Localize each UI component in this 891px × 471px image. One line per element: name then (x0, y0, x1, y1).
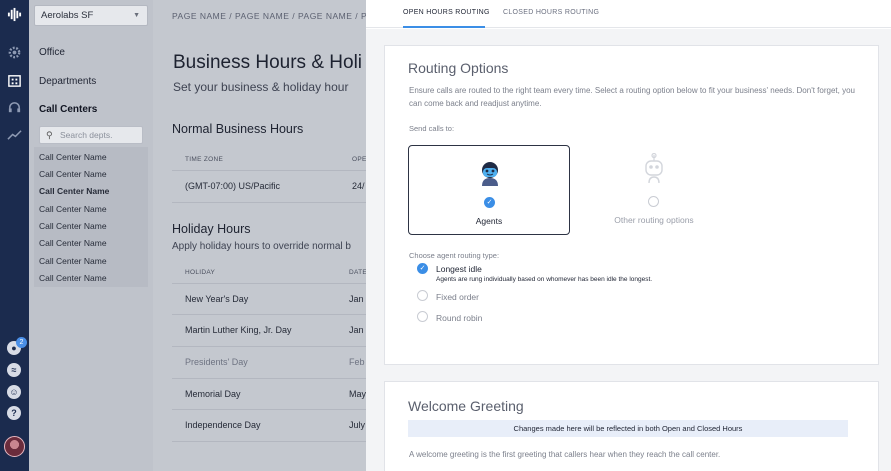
list-item[interactable]: Call Center Name (39, 169, 107, 179)
page-subtitle: Set your business & holiday hour (173, 80, 349, 94)
list-item[interactable]: Call Center Name (39, 238, 107, 248)
welcome-greeting-card: Welcome Greeting Changes made here will … (384, 381, 879, 471)
call-center-list: Call Center Name Call Center Name Call C… (34, 147, 148, 287)
search-placeholder: Search depts. (60, 130, 113, 140)
avatar[interactable] (4, 436, 25, 457)
send-calls-label: Send calls to: (409, 124, 455, 133)
search-icon: ⚲ (46, 130, 53, 140)
tab-closed-hours-routing[interactable]: CLOSED HOURS ROUTING (503, 9, 599, 16)
holiday-name[interactable]: Martin Luther King, Jr. Day (185, 325, 292, 335)
fixed-order-radio[interactable] (417, 290, 428, 301)
nav-item-call-centers[interactable]: Call Centers (39, 104, 97, 115)
holiday-hours-desc: Apply holiday hours to override normal b (172, 241, 351, 252)
notification-badge: 2 (16, 337, 27, 348)
other-routing-label: Other routing options (614, 215, 694, 225)
round-robin-radio[interactable] (417, 311, 428, 322)
tab-bar: OPEN HOURS ROUTING CLOSED HOURS ROUTING (366, 0, 891, 28)
column-header-date: DATE (349, 269, 368, 276)
page-title: Business Hours & Holi (173, 52, 363, 73)
face-icon[interactable]: ☺ (7, 385, 21, 399)
list-item[interactable]: Call Center Name (39, 221, 107, 231)
open-hours-value[interactable]: 24/ (352, 181, 365, 191)
longest-idle-desc: Agents are rung individually based on wh… (436, 276, 653, 283)
column-header-timezone: TIME ZONE (185, 156, 224, 163)
round-robin-label[interactable]: Round robin (436, 313, 482, 323)
gear-icon[interactable] (6, 44, 23, 61)
robot-icon (645, 153, 663, 184)
divider (172, 202, 366, 203)
holiday-date: Feb (349, 357, 365, 367)
option-agents[interactable]: ✓ Agents (408, 145, 570, 235)
list-item[interactable]: Call Center Name (39, 186, 109, 196)
divider (172, 378, 366, 379)
nav-item-office[interactable]: Office (39, 47, 65, 58)
routing-options-card: Routing Options Ensure calls are routed … (384, 45, 879, 365)
holiday-hours-heading: Holiday Hours (172, 222, 251, 236)
routing-panel: OPEN HOURS ROUTING CLOSED HOURS ROUTING … (366, 0, 891, 471)
building-icon[interactable] (6, 72, 23, 89)
other-routing-radio[interactable] (648, 196, 659, 207)
agents-label: Agents (475, 216, 503, 226)
holiday-date: May (349, 389, 367, 399)
logo-icon[interactable] (6, 6, 23, 23)
workspace-select[interactable]: Aerolabs SF ▼ (34, 5, 148, 26)
agent-icon (482, 162, 498, 186)
timezone-value[interactable]: (GMT-07:00) US/Pacific (185, 181, 280, 191)
list-item[interactable]: Call Center Name (39, 152, 107, 162)
welcome-notice: Changes made here will be reflected in b… (408, 420, 848, 437)
left-nav: Aerolabs SF ▼ Office Departments Call Ce… (29, 0, 153, 471)
panel-body: Routing Options Ensure calls are routed … (366, 29, 891, 471)
trend-icon[interactable] (6, 126, 23, 143)
column-header-holiday: HOLIDAY (185, 269, 216, 276)
divider (172, 314, 366, 315)
tab-open-hours-routing[interactable]: OPEN HOURS ROUTING (403, 9, 490, 16)
routing-options-desc: Ensure calls are routed to the right tea… (409, 86, 855, 108)
search-input[interactable]: ⚲ Search depts. (39, 126, 143, 144)
option-other-routing[interactable]: Other routing options (573, 145, 735, 235)
holiday-name[interactable]: Presidents' Day (185, 357, 248, 367)
column-header-open: OPE (352, 156, 367, 163)
list-item[interactable]: Call Center Name (39, 256, 107, 266)
longest-idle-label[interactable]: Longest idle (436, 264, 482, 274)
wave-icon[interactable]: ≈ (7, 363, 21, 377)
fixed-order-label[interactable]: Fixed order (436, 292, 479, 302)
breadcrumb: PAGE NAME / PAGE NAME / PAGE NAME / PAG (172, 11, 380, 21)
workspace-name: Aerolabs SF (41, 10, 94, 21)
welcome-greeting-title: Welcome Greeting (408, 398, 524, 414)
divider (172, 409, 366, 410)
caret-down-icon: ▼ (133, 12, 140, 19)
list-item[interactable]: Call Center Name (39, 204, 107, 214)
headset-icon[interactable] (6, 99, 23, 116)
longest-idle-radio[interactable]: ✓ (417, 263, 428, 274)
normal-hours-heading: Normal Business Hours (172, 122, 304, 136)
nav-item-departments[interactable]: Departments (39, 76, 96, 87)
divider (172, 170, 366, 171)
holiday-name[interactable]: Independence Day (185, 420, 261, 430)
welcome-greeting-desc: A welcome greeting is the first greeting… (409, 450, 721, 459)
holiday-date: July (349, 420, 366, 430)
agents-radio[interactable]: ✓ (484, 197, 495, 208)
routing-options-title: Routing Options (408, 60, 509, 76)
icon-rail: ● 2 ≈ ☺ ? (0, 0, 29, 471)
list-item[interactable]: Call Center Name (39, 273, 107, 283)
divider (172, 441, 366, 442)
divider (172, 346, 366, 347)
help-icon[interactable]: ? (7, 406, 21, 420)
divider (172, 283, 366, 284)
holiday-name[interactable]: New Year's Day (185, 294, 248, 304)
holiday-date: Jan (349, 294, 364, 304)
holiday-date: Jan (349, 325, 364, 335)
choose-routing-type-label: Choose agent routing type: (409, 251, 500, 260)
active-tab-indicator (403, 26, 485, 28)
holiday-name[interactable]: Memorial Day (185, 389, 241, 399)
